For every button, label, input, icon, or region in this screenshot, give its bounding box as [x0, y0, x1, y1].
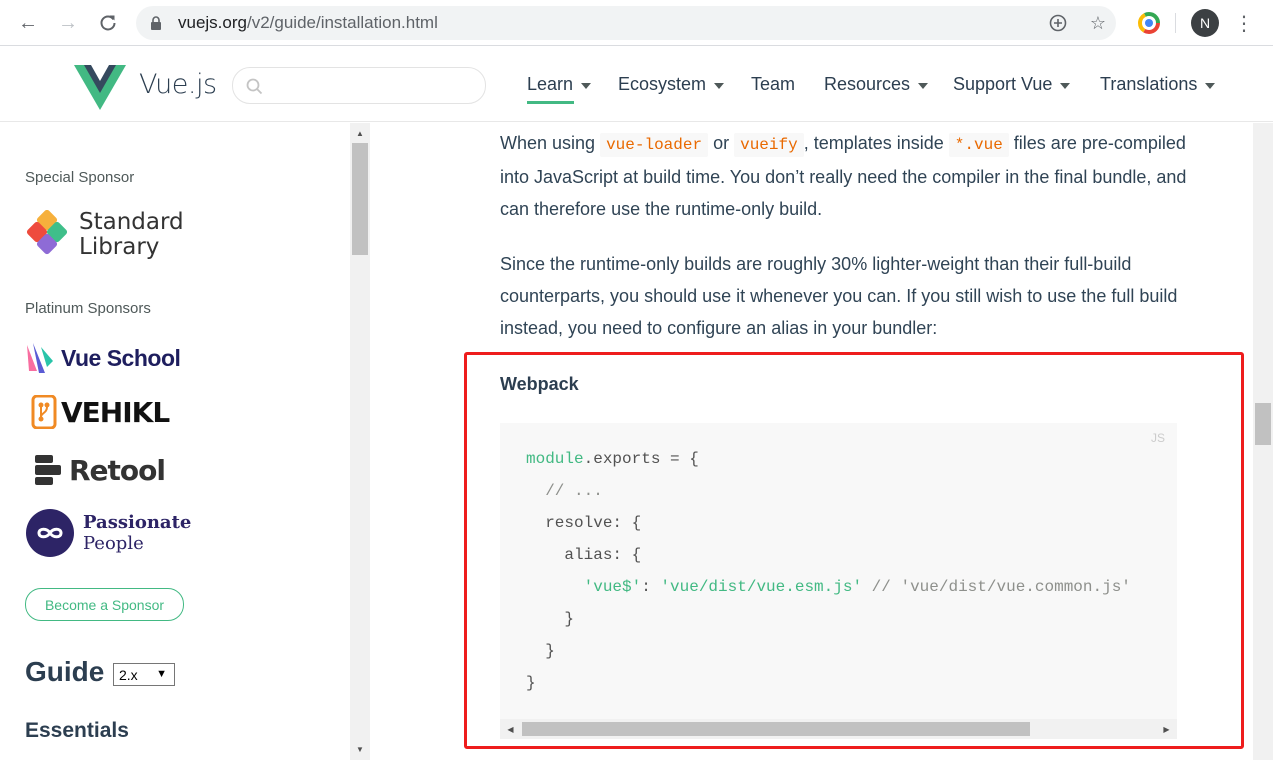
sponsor-name: Vue School — [61, 344, 181, 371]
sponsor-passionate-people[interactable]: Passionate People — [25, 508, 191, 558]
paragraph-compiler: When using vue-loader or vueify, templat… — [500, 133, 1187, 219]
sponsor-standard-library[interactable]: Standard Library — [25, 210, 184, 260]
code-content: module.exports = { // ... resolve: { ali… — [526, 450, 1131, 692]
guide-title: Guide — [25, 656, 105, 687]
platinum-sponsors-label: Platinum Sponsors — [25, 300, 151, 317]
sponsor-line2: Library — [79, 234, 160, 260]
nav-learn[interactable]: Learn — [527, 74, 592, 104]
paragraph-runtime: Since the runtime-only builds are roughl… — [500, 254, 1178, 338]
code-block[interactable]: JS module.exports = { // ... resolve: { … — [500, 423, 1177, 739]
nav-support-vue-label: Support Vue — [953, 74, 1053, 94]
site-name[interactable]: Vue.js — [139, 69, 217, 100]
url-text: vuejs.org/v2/guide/installation.html — [178, 13, 438, 32]
inline-code: vue-loader — [600, 133, 709, 157]
nav-ecosystem[interactable]: Ecosystem — [618, 74, 725, 95]
retool-logo-icon — [35, 455, 61, 485]
sidebar: Special Sponsor Standard Library Platinu… — [0, 123, 350, 760]
search-input[interactable] — [269, 74, 469, 98]
version-select[interactable]: 2.x ▼ — [113, 663, 175, 686]
main-content: When using vue-loader or vueify, templat… — [371, 123, 1253, 760]
sponsor-vehikl[interactable]: VEHIKL — [25, 395, 170, 429]
page-scroll-thumb[interactable] — [1255, 403, 1271, 445]
scroll-down-icon[interactable]: ▼ — [350, 741, 370, 758]
sponsor-line2: People — [83, 533, 144, 554]
sidebar-scrollbar[interactable]: ▲ ▼ — [350, 123, 370, 760]
nav-ecosystem-label: Ecosystem — [618, 74, 707, 94]
become-sponsor-button[interactable]: Become a Sponsor — [25, 588, 184, 621]
scroll-left-icon[interactable]: ◀ — [502, 719, 519, 739]
sponsor-retool[interactable]: Retool — [25, 453, 166, 487]
site-header: Vue.js Learn Ecosystem Team Resources Su… — [0, 47, 1273, 122]
chevron-down-icon — [1060, 82, 1071, 89]
zoom-icon[interactable] — [1047, 12, 1069, 34]
sidebar-scroll-thumb[interactable] — [352, 143, 368, 255]
dropdown-arrow-icon: ▼ — [156, 668, 167, 680]
code-language-label: JS — [1150, 431, 1165, 445]
forward-icon[interactable]: → — [54, 9, 82, 37]
sponsor-name: Retool — [69, 453, 166, 487]
search-icon — [246, 78, 263, 95]
sponsor-name: VEHIKL — [61, 395, 170, 429]
nav-resources-label: Resources — [824, 74, 911, 94]
code-horizontal-scrollbar[interactable]: ◀ ▶ — [500, 719, 1177, 739]
nav-resources[interactable]: Resources — [824, 74, 929, 95]
more-menu-icon[interactable]: ⋮ — [1234, 9, 1254, 37]
vehikl-logo-icon — [31, 395, 57, 429]
vue-logo-icon[interactable] — [74, 65, 126, 110]
code-scroll-thumb[interactable] — [522, 722, 1030, 736]
sponsor-line1: Passionate — [83, 512, 192, 533]
address-bar[interactable]: vuejs.org/v2/guide/installation.html ☆ — [136, 6, 1116, 40]
extension-icon[interactable] — [1138, 12, 1160, 34]
nav-team[interactable]: Team — [751, 74, 795, 95]
sponsor-line1: Standard — [79, 209, 184, 235]
inline-code: *.vue — [948, 133, 1009, 157]
inline-code: vueify — [734, 133, 804, 157]
nav-translations[interactable]: Translations — [1100, 74, 1216, 95]
standard-library-logo-icon — [26, 210, 68, 255]
active-nav-underline — [527, 101, 575, 104]
chevron-down-icon — [918, 82, 929, 89]
back-icon[interactable]: ← — [14, 9, 42, 37]
search-box[interactable] — [232, 67, 486, 104]
scroll-right-icon[interactable]: ▶ — [1158, 719, 1175, 739]
sponsor-vue-school[interactable]: Vue School — [25, 341, 181, 375]
chevron-down-icon — [581, 82, 592, 89]
nav-support-vue[interactable]: Support Vue — [953, 74, 1071, 95]
nav-team-label: Team — [751, 74, 796, 94]
vue-school-logo-icon — [27, 343, 53, 373]
chevron-down-icon — [1205, 82, 1216, 89]
page-scrollbar[interactable] — [1253, 123, 1273, 760]
browser-toolbar: ← → vuejs.org/v2/guide/installation.html… — [0, 0, 1273, 46]
scroll-up-icon[interactable]: ▲ — [350, 125, 370, 142]
chevron-down-icon — [714, 82, 725, 89]
reload-icon[interactable] — [94, 9, 122, 37]
profile-avatar[interactable]: N — [1191, 9, 1219, 37]
version-value: 2.x — [119, 666, 138, 683]
nav-learn-label: Learn — [527, 74, 574, 94]
passionate-people-logo-icon — [26, 509, 74, 557]
special-sponsor-label: Special Sponsor — [25, 169, 135, 186]
toolbar-divider — [1175, 13, 1176, 33]
section-essentials: Essentials — [25, 719, 129, 742]
nav-translations-label: Translations — [1100, 74, 1198, 94]
lock-icon — [151, 16, 161, 30]
bookmark-star-icon[interactable]: ☆ — [1087, 12, 1109, 34]
webpack-heading: Webpack — [500, 374, 579, 394]
